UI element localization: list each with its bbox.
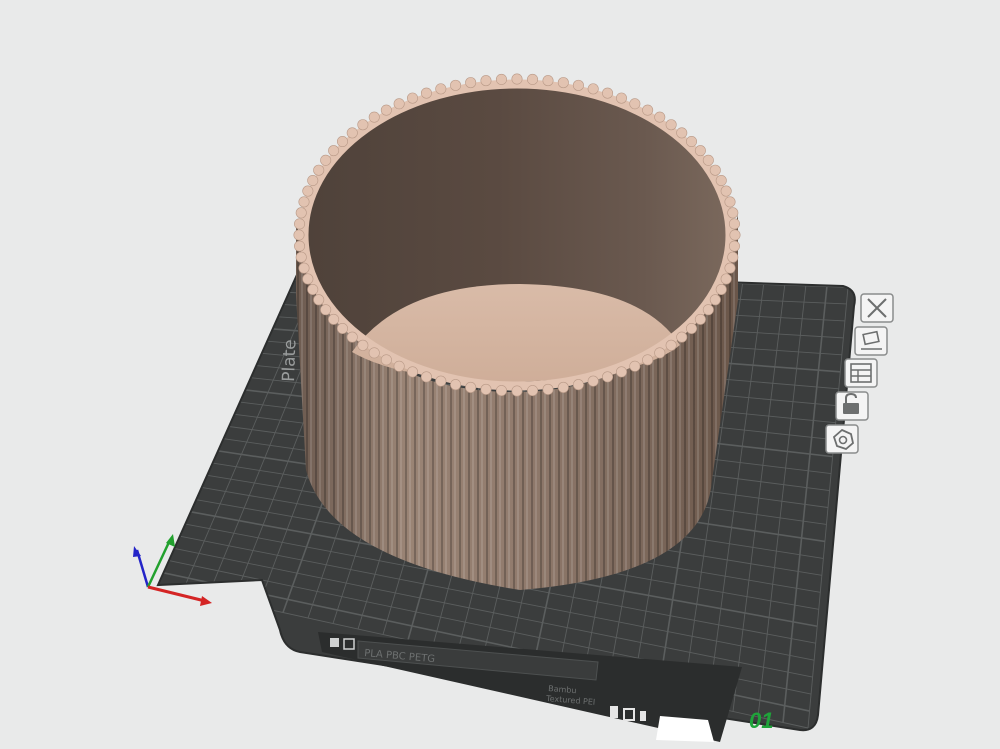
plate-grid-icon [330, 638, 339, 647]
nozzle-icon [640, 711, 646, 721]
plate-side-label: Plate [279, 339, 300, 382]
plate-tab [656, 716, 714, 742]
printer-icon [610, 706, 618, 718]
close-button[interactable] [860, 293, 894, 323]
arrange-button[interactable] [844, 358, 878, 388]
plate-number[interactable]: 01 [749, 708, 773, 733]
settings-button[interactable] [825, 424, 859, 454]
auto-orient-button[interactable] [854, 326, 888, 356]
3d-viewport[interactable]: Plate PLA PBC PETG Bambu Textured PEI 01 [0, 0, 1000, 749]
lock-button[interactable] [835, 391, 869, 421]
axis-x [147, 585, 206, 603]
model-cylinder[interactable] [293, 73, 741, 590]
